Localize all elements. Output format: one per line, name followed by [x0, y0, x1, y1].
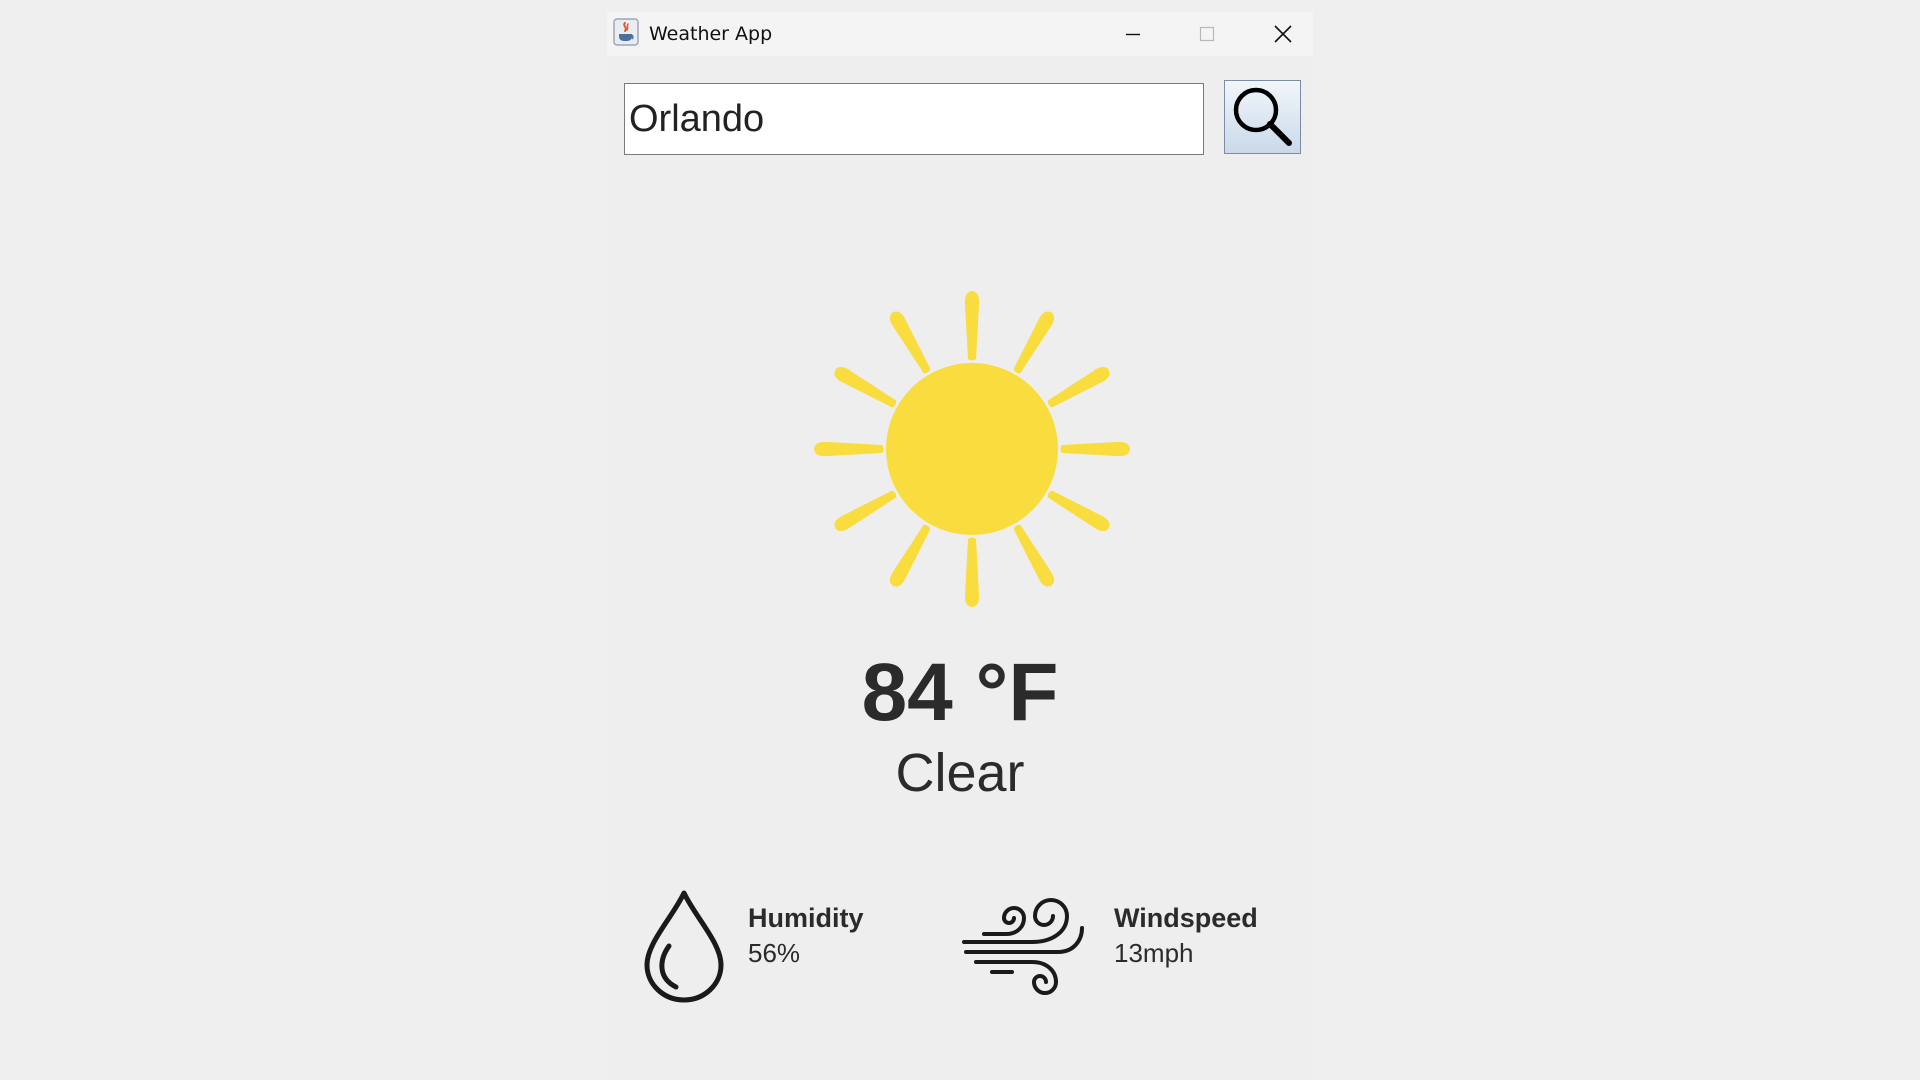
- humidity-label: Humidity: [748, 903, 864, 933]
- search-button[interactable]: [1224, 80, 1301, 154]
- minimize-button[interactable]: [1103, 12, 1163, 56]
- java-cup-icon: [613, 18, 639, 46]
- city-search-input[interactable]: [624, 83, 1204, 155]
- minimize-icon: [1126, 33, 1140, 36]
- weather-condition-label: Clear: [895, 743, 1025, 803]
- humidity-value: 56%: [748, 938, 801, 968]
- sun-icon: [814, 291, 1130, 607]
- wind-icon: [962, 898, 1084, 995]
- weather-app-window: Weather App Orlando 84 °F Clear Humidity…: [607, 12, 1313, 1080]
- maximize-button[interactable]: [1177, 12, 1237, 56]
- search-icon: [1233, 87, 1292, 146]
- close-icon: [1274, 25, 1292, 43]
- close-button[interactable]: [1253, 12, 1313, 56]
- droplet-icon: [644, 890, 724, 1003]
- title-bar[interactable]: Weather App: [607, 12, 1313, 56]
- windspeed-value: 13mph: [1114, 938, 1194, 968]
- windspeed-label: Windspeed: [1114, 903, 1258, 933]
- window-title: Weather App: [649, 23, 773, 45]
- temperature-label: 84 °F: [861, 647, 1059, 738]
- maximize-icon: [1199, 26, 1215, 42]
